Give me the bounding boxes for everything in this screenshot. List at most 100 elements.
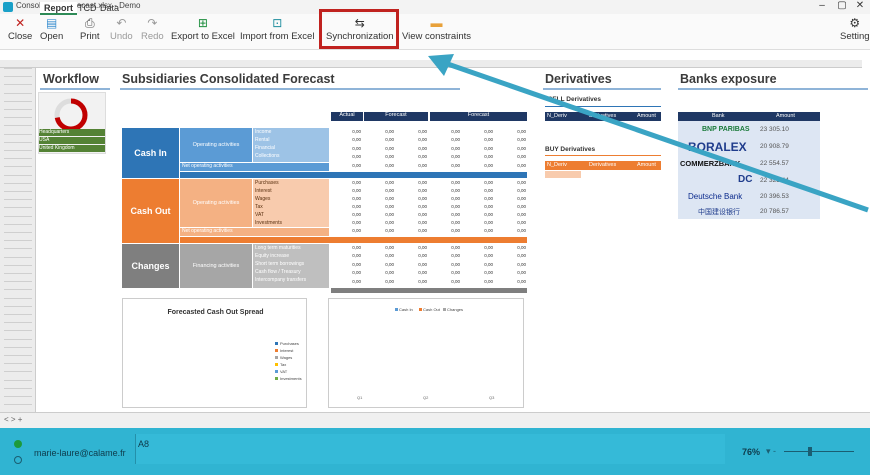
forecast-value-cell[interactable]: 0,00 [397,196,427,204]
forecast-value-cell[interactable]: 0,00 [331,154,361,162]
zoom-slider-thumb[interactable] [808,447,812,456]
forecast-value-cell[interactable]: 0,00 [430,253,460,261]
forecast-value-cell[interactable]: 0,00 [463,204,493,212]
forecast-value-cell[interactable]: 0,00 [331,137,361,145]
forecast-value-cell[interactable]: 0,00 [397,279,427,287]
forecast-value-cell[interactable]: 0,00 [397,163,427,171]
forecast-value-cell[interactable]: 0,00 [463,188,493,196]
forecast-value-cell[interactable]: 0,00 [496,253,526,261]
forecast-value-cell[interactable]: 0,00 [364,129,394,137]
forecast-value-cell[interactable]: 0,00 [496,146,526,154]
forecast-value-cell[interactable]: 0,00 [496,262,526,270]
workflow-item[interactable]: USA [39,137,105,144]
forecast-value-cell[interactable]: 0,00 [397,180,427,188]
forecast-value-cell[interactable]: 0,00 [496,220,526,228]
forecast-value-cell[interactable]: 0,00 [364,279,394,287]
forecast-value-cell[interactable]: 0,00 [463,180,493,188]
forecast-value-cell[interactable]: 0,00 [397,228,427,236]
forecast-value-cell[interactable]: 0,00 [364,253,394,261]
forecast-value-cell[interactable]: 0,00 [463,212,493,220]
print-button[interactable]: ⎙ Print [80,16,100,42]
forecast-value-cell[interactable]: 0,00 [331,279,361,287]
forecast-value-cell[interactable]: 0,00 [364,163,394,171]
forecast-value-cell[interactable]: 0,00 [496,279,526,287]
forecast-value-cell[interactable]: 0,00 [397,270,427,278]
redo-button[interactable]: ↷ Redo [141,16,164,42]
forecast-value-cell[interactable]: 0,00 [463,245,493,253]
forecast-value-cell[interactable]: 0,00 [331,146,361,154]
forecast-value-cell[interactable]: 0,00 [496,204,526,212]
forecast-value-cell[interactable]: 0,00 [397,262,427,270]
forecast-value-cell[interactable]: 0,00 [331,212,361,220]
forecast-value-cell[interactable]: 0,00 [397,188,427,196]
forecast-value-cell[interactable]: 0,00 [463,270,493,278]
forecast-value-cell[interactable]: 0,00 [331,245,361,253]
forecast-value-cell[interactable]: 0,00 [364,180,394,188]
forecast-value-cell[interactable]: 0,00 [430,188,460,196]
forecast-value-cell[interactable]: 0,00 [430,228,460,236]
open-button[interactable]: ▤ Open [40,16,63,42]
forecast-value-cell[interactable]: 0,00 [364,188,394,196]
forecast-value-cell[interactable]: 0,00 [364,270,394,278]
forecast-value-cell[interactable]: 0,00 [364,212,394,220]
forecast-value-cell[interactable]: 0,00 [463,196,493,204]
forecast-value-cell[interactable]: 0,00 [496,154,526,162]
forecast-value-cell[interactable]: 0,00 [430,163,460,171]
workflow-item[interactable]: Headquarters [39,129,105,136]
forecast-value-cell[interactable]: 0,00 [397,154,427,162]
forecast-value-cell[interactable]: 0,00 [397,220,427,228]
forecast-value-cell[interactable]: 0,00 [463,163,493,171]
forecast-value-cell[interactable]: 0,00 [430,146,460,154]
forecast-value-cell[interactable]: 0,00 [430,279,460,287]
undo-button[interactable]: ↶ Undo [110,16,133,42]
forecast-value-cell[interactable]: 0,00 [397,129,427,137]
forecast-value-cell[interactable]: 0,00 [463,253,493,261]
forecast-value-cell[interactable]: 0,00 [331,188,361,196]
tab-report[interactable]: Report [40,2,77,15]
forecast-value-cell[interactable]: 0,00 [331,204,361,212]
minimize-button[interactable]: – [812,0,832,11]
forecast-value-cell[interactable]: 0,00 [430,180,460,188]
forecast-value-cell[interactable]: 0,00 [331,262,361,270]
formula-bar[interactable] [135,434,725,464]
forecast-value-cell[interactable]: 0,00 [397,253,427,261]
forecast-value-cell[interactable]: 0,00 [397,204,427,212]
maximize-button[interactable]: ▢ [832,0,852,11]
forecast-value-cell[interactable]: 0,00 [430,137,460,145]
forecast-value-cell[interactable]: 0,00 [430,270,460,278]
forecast-value-cell[interactable]: 0,00 [364,220,394,228]
forecast-value-cell[interactable]: 0,00 [331,180,361,188]
forecast-value-cell[interactable]: 0,00 [496,270,526,278]
forecast-value-cell[interactable]: 0,00 [364,154,394,162]
forecast-value-cell[interactable]: 0,00 [463,137,493,145]
refresh-icon[interactable] [14,456,22,464]
zoom-out-icon[interactable]: ▾ - [766,446,776,457]
forecast-value-cell[interactable]: 0,00 [364,137,394,145]
forecast-value-cell[interactable]: 0,00 [463,228,493,236]
forecast-value-cell[interactable]: 0,00 [430,196,460,204]
forecast-value-cell[interactable]: 0,00 [463,129,493,137]
view-constraints-button[interactable]: ▬ View constraints [402,16,471,42]
forecast-value-cell[interactable]: 0,00 [496,212,526,220]
forecast-value-cell[interactable]: 0,00 [331,270,361,278]
forecast-value-cell[interactable]: 0,00 [397,146,427,154]
forecast-value-cell[interactable]: 0,00 [463,279,493,287]
forecast-value-cell[interactable]: 0,00 [364,196,394,204]
forecast-value-cell[interactable]: 0,00 [430,220,460,228]
close-window-button[interactable]: ✕ [850,0,870,11]
forecast-value-cell[interactable]: 0,00 [331,163,361,171]
forecast-value-cell[interactable]: 0,00 [397,212,427,220]
forecast-value-cell[interactable]: 0,00 [364,204,394,212]
forecast-value-cell[interactable]: 0,00 [364,262,394,270]
forecast-value-cell[interactable]: 0,00 [397,137,427,145]
settings-button[interactable]: ⚙ Setting [840,16,870,42]
forecast-value-cell[interactable]: 0,00 [496,245,526,253]
forecast-value-cell[interactable]: 0,00 [430,154,460,162]
forecast-value-cell[interactable]: 0,00 [364,245,394,253]
forecast-value-cell[interactable]: 0,00 [463,262,493,270]
zoom-slider-track[interactable] [784,451,854,452]
forecast-value-cell[interactable]: 0,00 [397,245,427,253]
forecast-value-cell[interactable]: 0,00 [331,129,361,137]
close-button[interactable]: ✕ Close [8,16,32,42]
forecast-value-cell[interactable]: 0,00 [430,212,460,220]
